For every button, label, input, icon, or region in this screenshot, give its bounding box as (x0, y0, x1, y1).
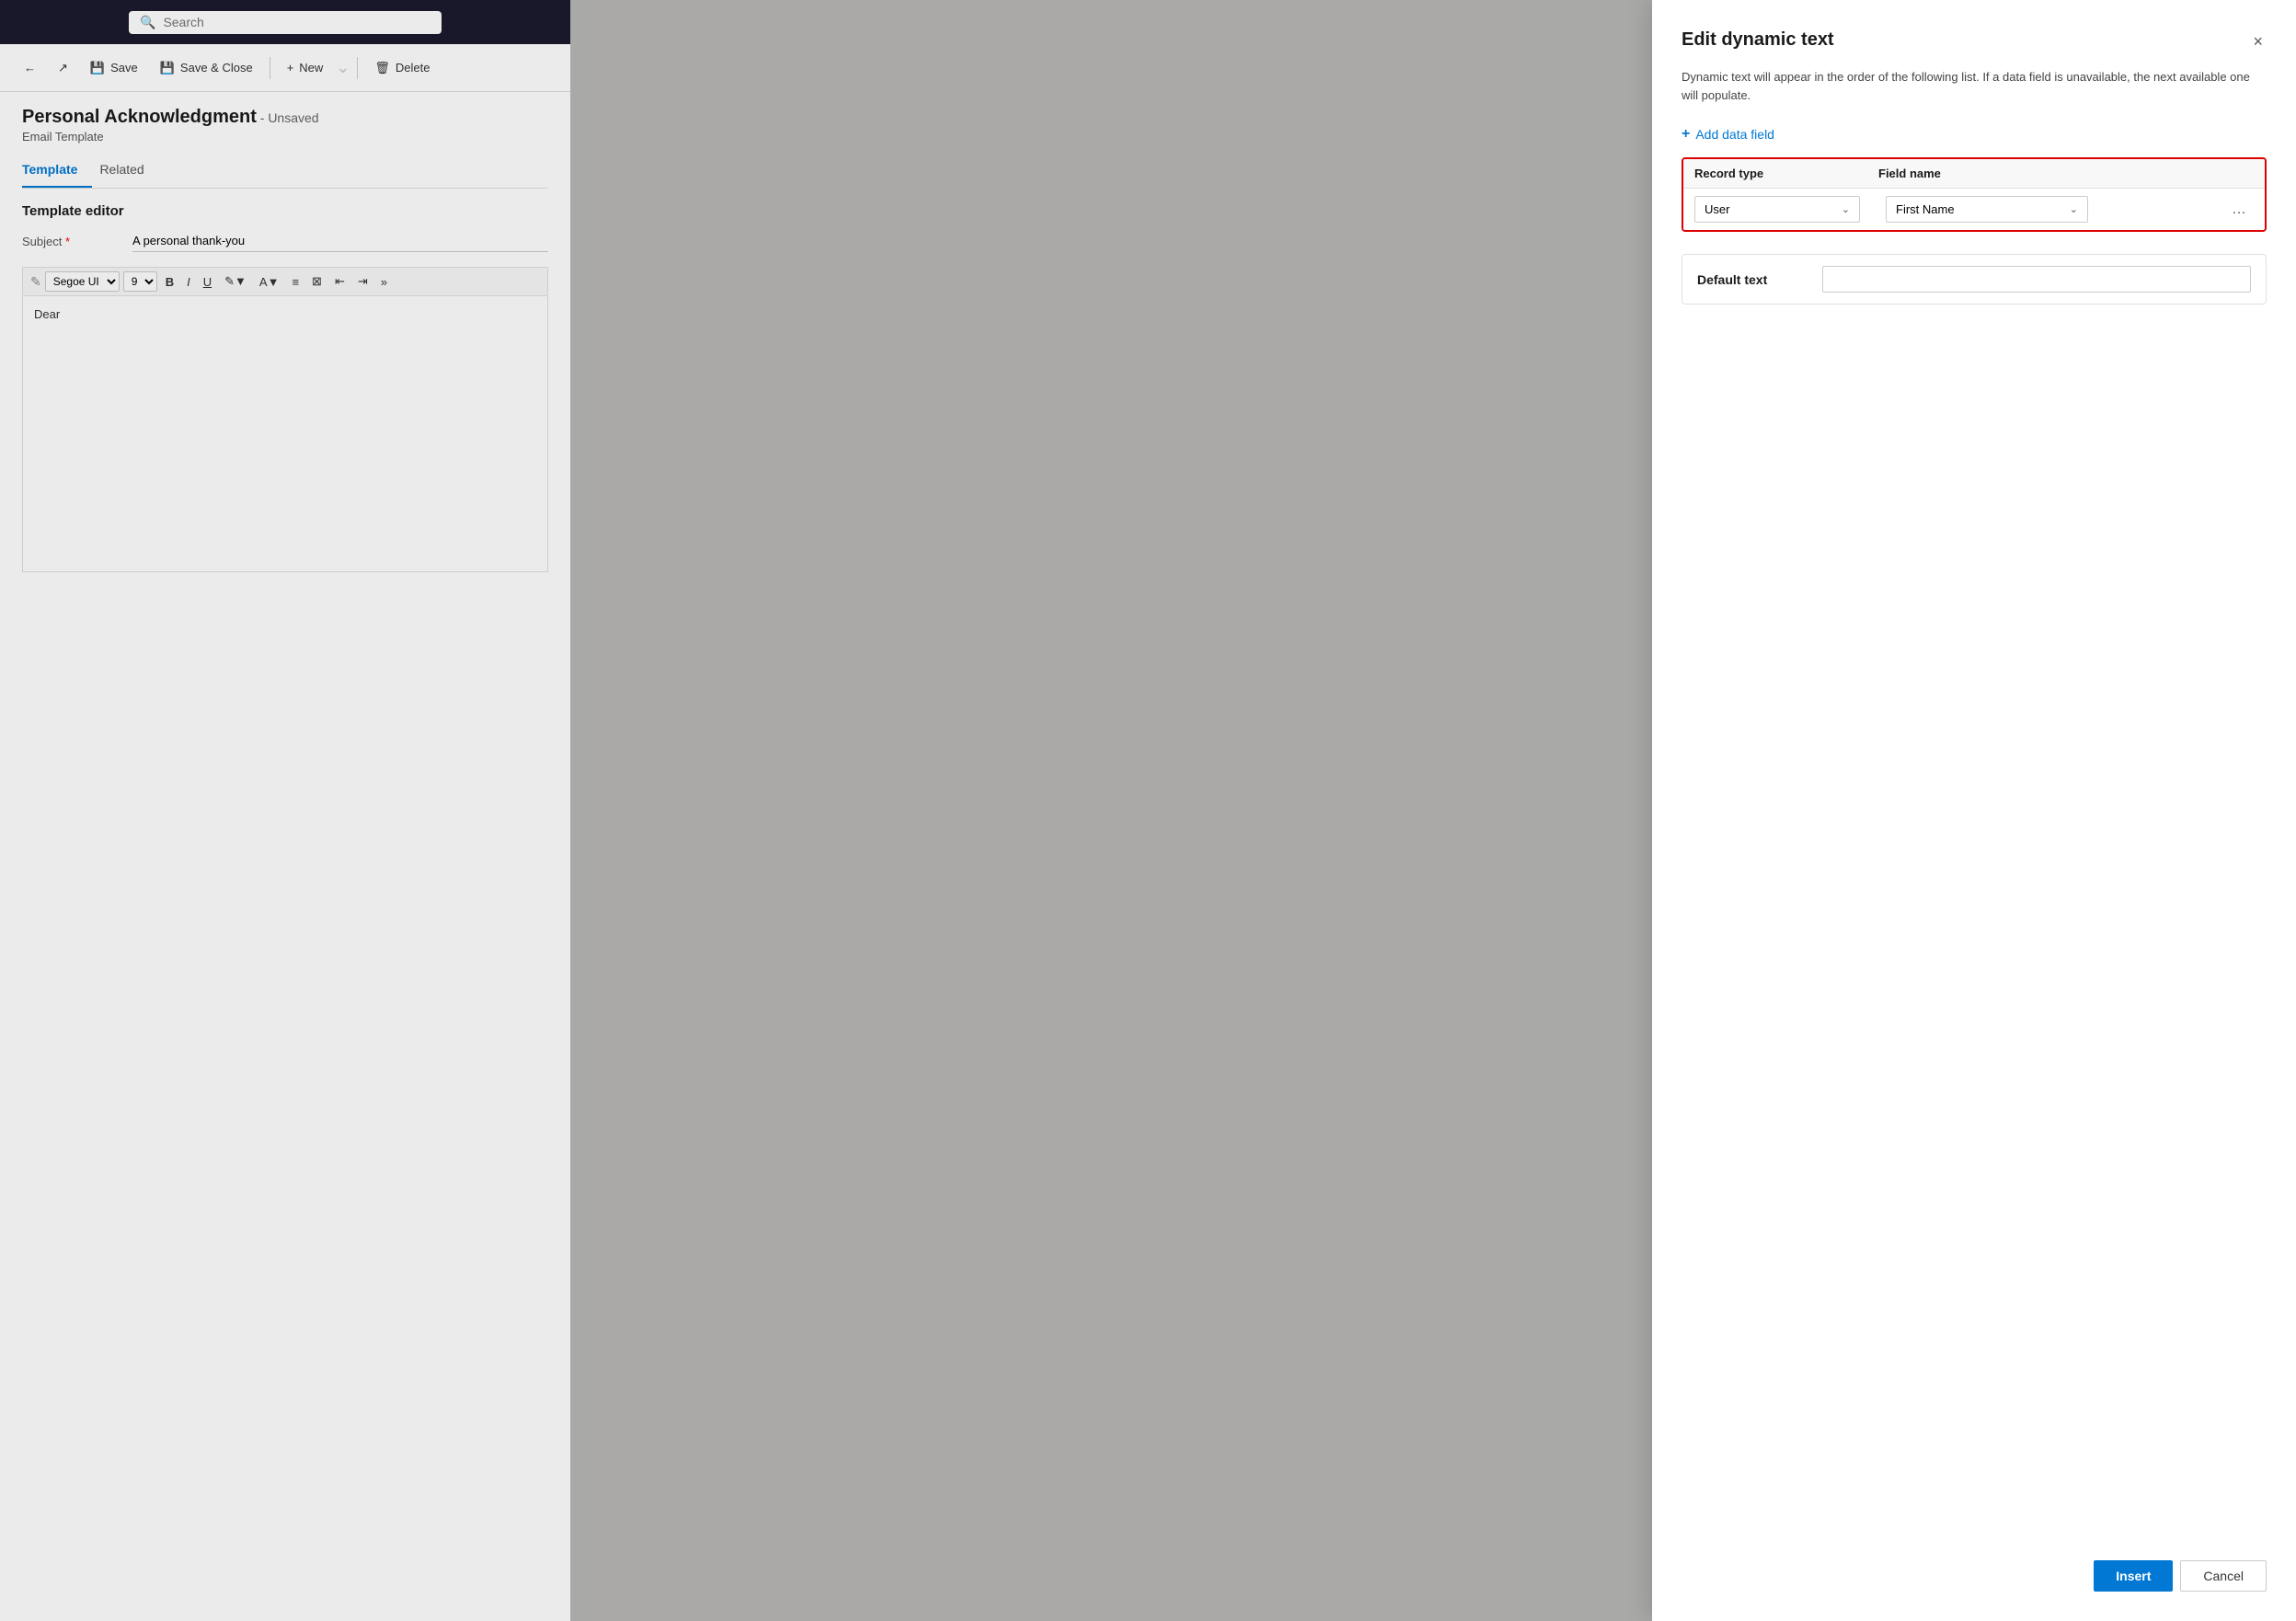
required-marker: * (65, 235, 70, 248)
default-text-input[interactable] (1822, 266, 2251, 293)
search-input[interactable] (163, 15, 430, 29)
align-left-button[interactable]: ≡ (287, 273, 304, 291)
text-editor[interactable]: Dear (22, 296, 548, 572)
add-data-field-button[interactable]: + Add data field (1682, 126, 2267, 143)
editor-section-title: Template editor (22, 203, 548, 219)
record-type-chevron: ⌄ (1842, 203, 1850, 215)
new-icon: + (287, 61, 294, 75)
save-close-icon: 💾 (160, 61, 175, 75)
insert-button[interactable]: Insert (2094, 1560, 2173, 1592)
modal-close-button[interactable]: × (2249, 29, 2267, 53)
default-text-row: Default text (1682, 254, 2267, 305)
modal-header: Edit dynamic text × (1682, 29, 2267, 53)
modal-description: Dynamic text will appear in the order of… (1682, 68, 2267, 104)
row-options-button[interactable]: … (2224, 198, 2254, 222)
new-button[interactable]: + New (278, 55, 333, 80)
pencil-icon: ✎ (30, 274, 41, 290)
share-icon: ↗ (58, 61, 68, 75)
record-header: Personal Acknowledgment - Unsaved Email … (0, 92, 570, 189)
subject-input[interactable] (132, 230, 548, 252)
default-text-label: Default text (1697, 272, 1808, 287)
record-unsaved: - Unsaved (260, 110, 319, 125)
new-dropdown-arrow[interactable]: ⌄ (336, 58, 350, 77)
record-type-header: Record type (1694, 167, 1878, 180)
save-button[interactable]: 💾 Save (81, 55, 147, 81)
edit-dynamic-text-modal: Edit dynamic text × Dynamic text will ap… (1652, 0, 2296, 1621)
delete-button[interactable]: 🗑 Delete (365, 55, 439, 81)
modal-overlay: Edit dynamic text × Dynamic text will ap… (570, 0, 2296, 1621)
top-bar: 🔍 (0, 0, 570, 44)
font-size-select[interactable]: 9 (123, 271, 157, 292)
record-subtitle: Email Template (22, 130, 548, 144)
field-name-chevron: ⌄ (2070, 203, 2078, 215)
modal-title: Edit dynamic text (1682, 29, 1834, 51)
font-family-select[interactable]: Segoe UI (45, 271, 120, 292)
field-name-header: Field name (1878, 167, 2254, 180)
cancel-button[interactable]: Cancel (2180, 1560, 2267, 1592)
subject-field-row: Subject * (22, 230, 548, 252)
toolbar-divider2 (357, 57, 358, 79)
back-icon: ← (24, 61, 36, 75)
add-icon: + (1682, 126, 1690, 143)
save-icon: 💾 (90, 61, 105, 75)
share-button[interactable]: ↗ (49, 55, 77, 81)
outdent-button[interactable]: ⇤ (330, 272, 350, 291)
search-icon: 🔍 (140, 15, 155, 30)
record-title: Personal Acknowledgment (22, 107, 257, 127)
delete-icon: 🗑 (374, 61, 390, 75)
editor-content: Dear (34, 307, 60, 321)
back-button[interactable]: ← (15, 55, 45, 80)
field-name-cell: First Name ⌄ (1886, 196, 2217, 223)
tab-related[interactable]: Related (99, 155, 158, 188)
editor-area: Template editor Subject * ✎ Segoe UI 9 B… (0, 189, 570, 1621)
table-data-row: User ⌄ First Name ⌄ … (1683, 189, 2265, 230)
modal-footer: Insert Cancel (1682, 1546, 2267, 1592)
background-panel: 🔍 ← ↗ 💾 Save 💾 Save & Close + New ⌄ 🗑 De… (0, 0, 570, 1621)
indent-button[interactable]: ⇥ (353, 272, 373, 291)
formatting-bar: ✎ Segoe UI 9 B I U ✎▼ A▼ ≡ ⊠ ⇤ ⇥ » (22, 267, 548, 296)
toolbar: ← ↗ 💾 Save 💾 Save & Close + New ⌄ 🗑 Dele… (0, 44, 570, 92)
tabs-bar: Template Related (22, 155, 548, 189)
subject-label: Subject * (22, 235, 132, 248)
bold-button[interactable]: B (161, 273, 178, 291)
field-name-dropdown[interactable]: First Name ⌄ (1886, 196, 2088, 223)
record-type-dropdown[interactable]: User ⌄ (1694, 196, 1860, 223)
data-fields-table: Record type Field name User ⌄ First Name… (1682, 157, 2267, 232)
font-color-button[interactable]: A▼ (255, 273, 284, 291)
search-box[interactable]: 🔍 (129, 11, 442, 34)
tab-template[interactable]: Template (22, 155, 92, 188)
save-close-button[interactable]: 💾 Save & Close (151, 55, 262, 81)
text-editor-container: ✎ Segoe UI 9 B I U ✎▼ A▼ ≡ ⊠ ⇤ ⇥ » Dear (22, 267, 548, 572)
highlight-button[interactable]: ✎▼ (220, 272, 251, 291)
table-header-row: Record type Field name (1683, 159, 2265, 189)
list-button[interactable]: ⊠ (307, 272, 327, 291)
italic-button[interactable]: I (182, 273, 195, 291)
record-type-cell: User ⌄ (1694, 196, 1878, 223)
underline-button[interactable]: U (199, 273, 216, 291)
quote-button[interactable]: » (376, 273, 392, 291)
